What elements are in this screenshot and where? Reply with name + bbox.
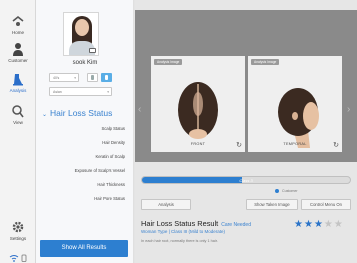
camera-icon[interactable] xyxy=(89,48,96,53)
class-progress-bar: Class 3 xyxy=(141,176,351,184)
main-content: ‹ Analysis Image FRONT ↻ Analysis Image … xyxy=(135,0,357,263)
home-icon xyxy=(12,15,24,26)
next-arrow-icon[interactable]: › xyxy=(347,104,350,115)
menu-item-hair-pore[interactable]: Hair Pore Status xyxy=(94,196,125,201)
menu-item-scalp-vessel[interactable]: Exposure of Scalp's Vessel xyxy=(75,168,125,173)
settings-icon xyxy=(12,221,24,233)
gender-female-button[interactable] xyxy=(101,73,112,82)
rating-stars: ★★★★★ xyxy=(294,219,344,230)
type-select[interactable]: Asian ▾ xyxy=(49,87,112,96)
image-tag: Analysis Image xyxy=(251,59,280,65)
view-icon xyxy=(12,105,24,118)
nav-home[interactable]: Home xyxy=(0,14,36,35)
front-scalp-image xyxy=(178,82,218,139)
care-needed-badge: Care Needed xyxy=(221,222,251,228)
temporal-scalp-image xyxy=(278,88,319,148)
temporal-view-card[interactable]: Analysis Image TEMPORAL ↻ xyxy=(248,56,342,152)
nav-view[interactable]: View xyxy=(0,104,36,125)
device-status xyxy=(9,249,29,262)
age-select[interactable]: 40's ▾ xyxy=(49,73,79,82)
control-menu-button[interactable]: Control Menu On xyxy=(301,199,351,210)
customer-photo[interactable] xyxy=(63,12,99,56)
chevron-down-icon: ⌄ xyxy=(42,112,48,118)
nav-home-label: Home xyxy=(11,30,24,35)
nav-settings[interactable]: Settings xyxy=(0,220,36,241)
analysis-icon xyxy=(13,74,23,86)
prev-arrow-icon[interactable]: ‹ xyxy=(138,104,141,115)
progress-label: Class 3 xyxy=(239,178,253,183)
show-taken-image-button[interactable]: Show Taken Image xyxy=(246,199,298,210)
front-view-card[interactable]: Analysis Image FRONT ↻ xyxy=(151,56,245,152)
menu-item-hair-thickness[interactable]: Hair Thickness xyxy=(97,182,125,187)
image-viewer: ‹ Analysis Image FRONT ↻ Analysis Image … xyxy=(135,10,357,162)
nav-analysis[interactable]: Analysis xyxy=(0,72,36,93)
nav-customer-label: Customer xyxy=(8,58,28,63)
profile-panel: sook Kim 40's ▾ Asian ▾ ⌄ Hair Loss Statu… xyxy=(36,0,134,263)
result-title: Hair Loss Status Result Care Needed xyxy=(141,219,251,228)
menu-item-scalp-status[interactable]: Scalp Status xyxy=(101,126,125,131)
rotate-icon[interactable]: ↻ xyxy=(333,141,339,149)
nav-view-label: View xyxy=(13,120,23,125)
star-icon: ★ xyxy=(333,219,344,230)
rotate-icon[interactable]: ↻ xyxy=(236,141,242,149)
star-icon: ★ xyxy=(323,219,334,230)
chevron-down-icon: ▾ xyxy=(74,76,76,80)
nav-rail: Home Customer Analysis View Settings xyxy=(0,0,36,263)
progress-legend: Customer xyxy=(275,189,298,194)
star-icon: ★ xyxy=(294,219,304,230)
chevron-down-icon: ▾ xyxy=(107,90,109,94)
result-type: Woman Type | Class III (Mild to Moderate… xyxy=(141,229,226,234)
star-icon: ★ xyxy=(303,219,314,230)
result-note: In each hair root, normally there is onl… xyxy=(141,239,218,243)
nav-analysis-label: Analysis xyxy=(9,88,27,93)
analysis-button[interactable]: Analysis xyxy=(141,199,191,210)
star-icon: ★ xyxy=(313,219,324,230)
customer-name: sook Kim xyxy=(72,60,98,66)
female-icon xyxy=(105,75,108,80)
gender-male-button[interactable] xyxy=(87,73,98,82)
nav-settings-label: Settings xyxy=(9,236,27,241)
menu-item-keratin[interactable]: Keratin of Scalp xyxy=(95,154,125,159)
legend-dot xyxy=(275,189,279,194)
menu-item-hair-density[interactable]: Hair Density xyxy=(102,140,125,145)
view-caption: TEMPORAL xyxy=(283,142,307,146)
menu-heading[interactable]: ⌄ Hair Loss Status xyxy=(42,108,112,118)
nav-customer[interactable]: Customer xyxy=(0,42,36,63)
customer-icon xyxy=(13,43,23,56)
male-icon xyxy=(91,75,94,80)
view-caption: FRONT xyxy=(190,142,206,146)
image-tag: Analysis Image xyxy=(154,59,183,65)
show-all-results-button[interactable]: Show All Results xyxy=(40,240,128,257)
wifi-icon xyxy=(9,254,27,262)
